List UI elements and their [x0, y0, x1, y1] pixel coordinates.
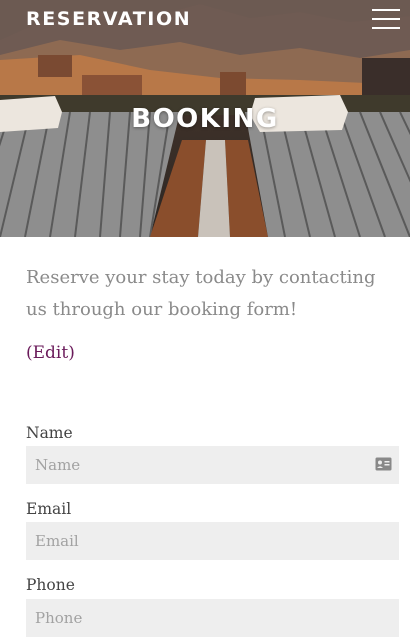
- intro-text: Reserve your stay today by contacting us…: [26, 267, 376, 320]
- hamburger-menu-icon[interactable]: [372, 7, 400, 31]
- menu-bar: [372, 18, 400, 20]
- brand-logo[interactable]: RESERVATION: [26, 8, 191, 30]
- menu-bar: [372, 27, 400, 29]
- page-title: BOOKING: [131, 104, 279, 134]
- menu-bar: [372, 9, 400, 11]
- hero-banner: RESERVATION BOOKING: [0, 0, 410, 237]
- phone-label: Phone: [26, 576, 75, 594]
- contact-card-icon: [375, 457, 392, 471]
- email-label: Email: [26, 500, 72, 518]
- email-field[interactable]: [26, 522, 399, 560]
- name-field[interactable]: [26, 446, 399, 484]
- name-label: Name: [26, 424, 73, 442]
- phone-field[interactable]: [26, 599, 399, 637]
- edit-link[interactable]: (Edit): [26, 343, 75, 363]
